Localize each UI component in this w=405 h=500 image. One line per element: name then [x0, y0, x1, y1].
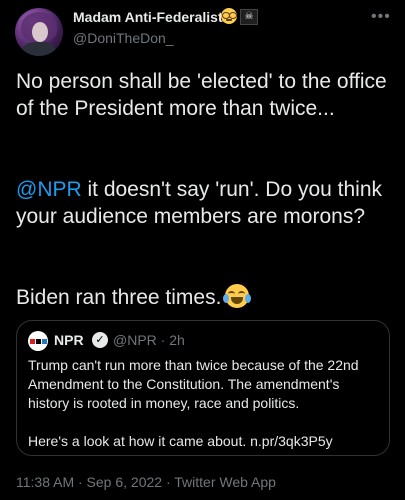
quoted-text-1: Trump can't run more than twice because …: [28, 357, 359, 411]
author-display-name[interactable]: Madam Anti-Federalist: [73, 9, 223, 25]
quoted-text-2: Here's a look at how it came about. n.pr…: [28, 433, 333, 449]
mention-link[interactable]: @NPR: [16, 178, 82, 201]
quoted-tweet-card[interactable]: NPR ✓ @NPR · 2h Trump can't run more tha…: [16, 320, 390, 456]
tweet: Madam Anti-Federalist ☠ @DoniTheDon_ •••…: [0, 0, 405, 500]
avatar-face: [32, 22, 48, 42]
tears-of-joy-emoji-icon: [223, 284, 252, 308]
tweet-paragraph-3: Biden ran three times.: [16, 284, 396, 311]
npr-logo-icon: [28, 331, 48, 351]
quoted-tweet-text: Trump can't run more than twice because …: [28, 356, 380, 451]
author-avatar[interactable]: [15, 8, 63, 56]
quoted-author-name: NPR: [54, 332, 84, 348]
tweet-paragraph-3-text: Biden ran three times.: [16, 286, 222, 309]
avatar-shirt: [23, 42, 55, 56]
pirate-flag-emoji-icon: ☠: [240, 9, 258, 25]
author-handle[interactable]: @DoniTheDon_: [73, 30, 174, 46]
tweet-paragraph-1: No person shall be 'elected' to the offi…: [16, 70, 387, 120]
nerd-face-emoji-icon: [221, 8, 237, 24]
verified-badge-icon: ✓: [92, 332, 108, 348]
name-emoji-group: ☠: [221, 8, 258, 25]
tweet-paragraph-2: @NPR it doesn't say 'run'. Do you think …: [16, 176, 396, 230]
quoted-handle-time: @NPR · 2h: [113, 332, 185, 348]
more-options-icon[interactable]: •••: [371, 8, 391, 26]
tweet-timestamp[interactable]: 11:38 AM · Sep 6, 2022 · Twitter Web App: [16, 474, 276, 490]
